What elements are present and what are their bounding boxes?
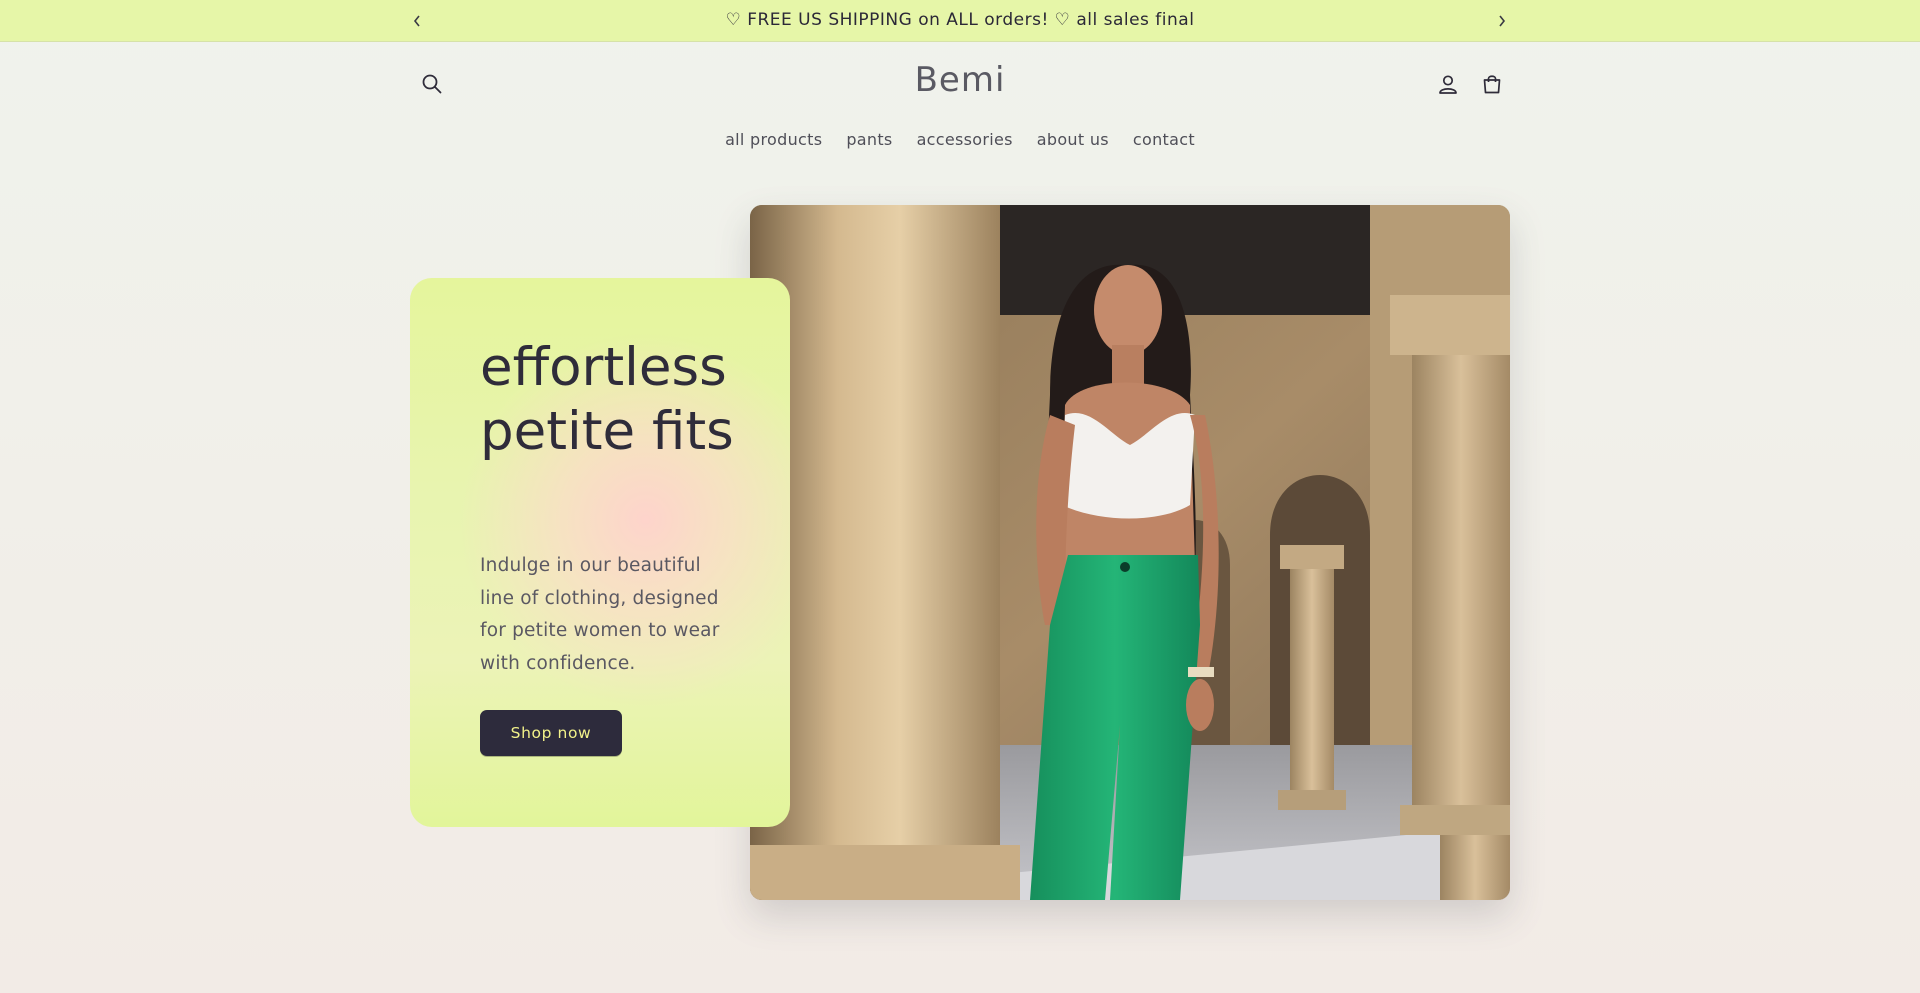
hero-photo (750, 205, 1510, 900)
nav-item-contact[interactable]: contact (1133, 130, 1195, 149)
nav-item-about-us[interactable]: about us (1037, 130, 1109, 149)
nav-item-all-products[interactable]: all products (725, 130, 822, 149)
announcement-bar: ♡ FREE US SHIPPING on ALL orders! ♡ all … (0, 0, 1920, 42)
site-logo-link[interactable]: Bemi (915, 60, 1006, 100)
nav-item-pants[interactable]: pants (846, 130, 892, 149)
announcement-text: ♡ FREE US SHIPPING on ALL orders! ♡ all … (725, 10, 1195, 30)
hero-text-card: effortless petite fits Indulge in our be… (410, 278, 790, 827)
account-button[interactable] (1431, 67, 1465, 101)
site-logo: Bemi (0, 60, 1920, 100)
main-nav: all products pants accessories about us … (0, 130, 1920, 149)
hero-image (750, 205, 1510, 900)
nav-item-accessories[interactable]: accessories (917, 130, 1013, 149)
announcement-next-button[interactable] (1490, 9, 1514, 33)
hero-subtitle: Indulge in our beautiful line of clothin… (480, 555, 720, 674)
chevron-right-icon (1499, 15, 1506, 27)
shop-now-button[interactable]: Shop now (480, 710, 622, 756)
cart-icon (1483, 75, 1501, 94)
hero-title: effortless petite fits (480, 337, 734, 462)
cart-button[interactable] (1475, 67, 1509, 101)
account-icon (1439, 75, 1457, 94)
